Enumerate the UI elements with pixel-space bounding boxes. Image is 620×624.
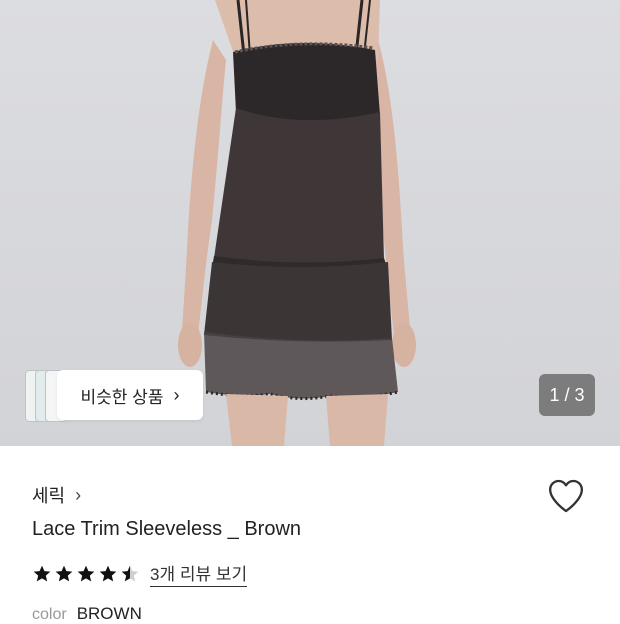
similar-products-button[interactable]: 비슷한 상품 › [25,370,203,422]
brand-link[interactable]: 세릭 › [32,482,81,508]
heart-outline-icon[interactable] [546,476,586,516]
star-half-icon [121,565,139,581]
color-value: BROWN [76,604,142,623]
brand-name: 세릭 [32,486,66,506]
star-icon [77,565,95,581]
rating-row: 3개 리뷰 보기 [32,560,248,587]
similar-products-label: 비슷한 상품 [80,387,164,407]
color-option: color BROWN [32,604,142,624]
star-icon [99,565,117,581]
product-image[interactable]: 비슷한 상품 › 1 / 3 [0,0,620,446]
similar-thumbnails [25,370,67,422]
review-link[interactable]: 3개 리뷰 보기 [150,560,248,587]
product-title: Lace Trim Sleeveless _ Brown [32,518,302,540]
similar-products-pill[interactable]: 비슷한 상품 › [57,370,203,420]
star-icon [55,565,73,581]
star-icon [33,565,51,581]
chevron-right-icon: › [75,484,82,505]
image-page-indicator: 1 / 3 [539,374,595,416]
rating-stars [32,564,140,584]
color-label: color [32,606,67,623]
chevron-right-icon: › [173,384,180,405]
